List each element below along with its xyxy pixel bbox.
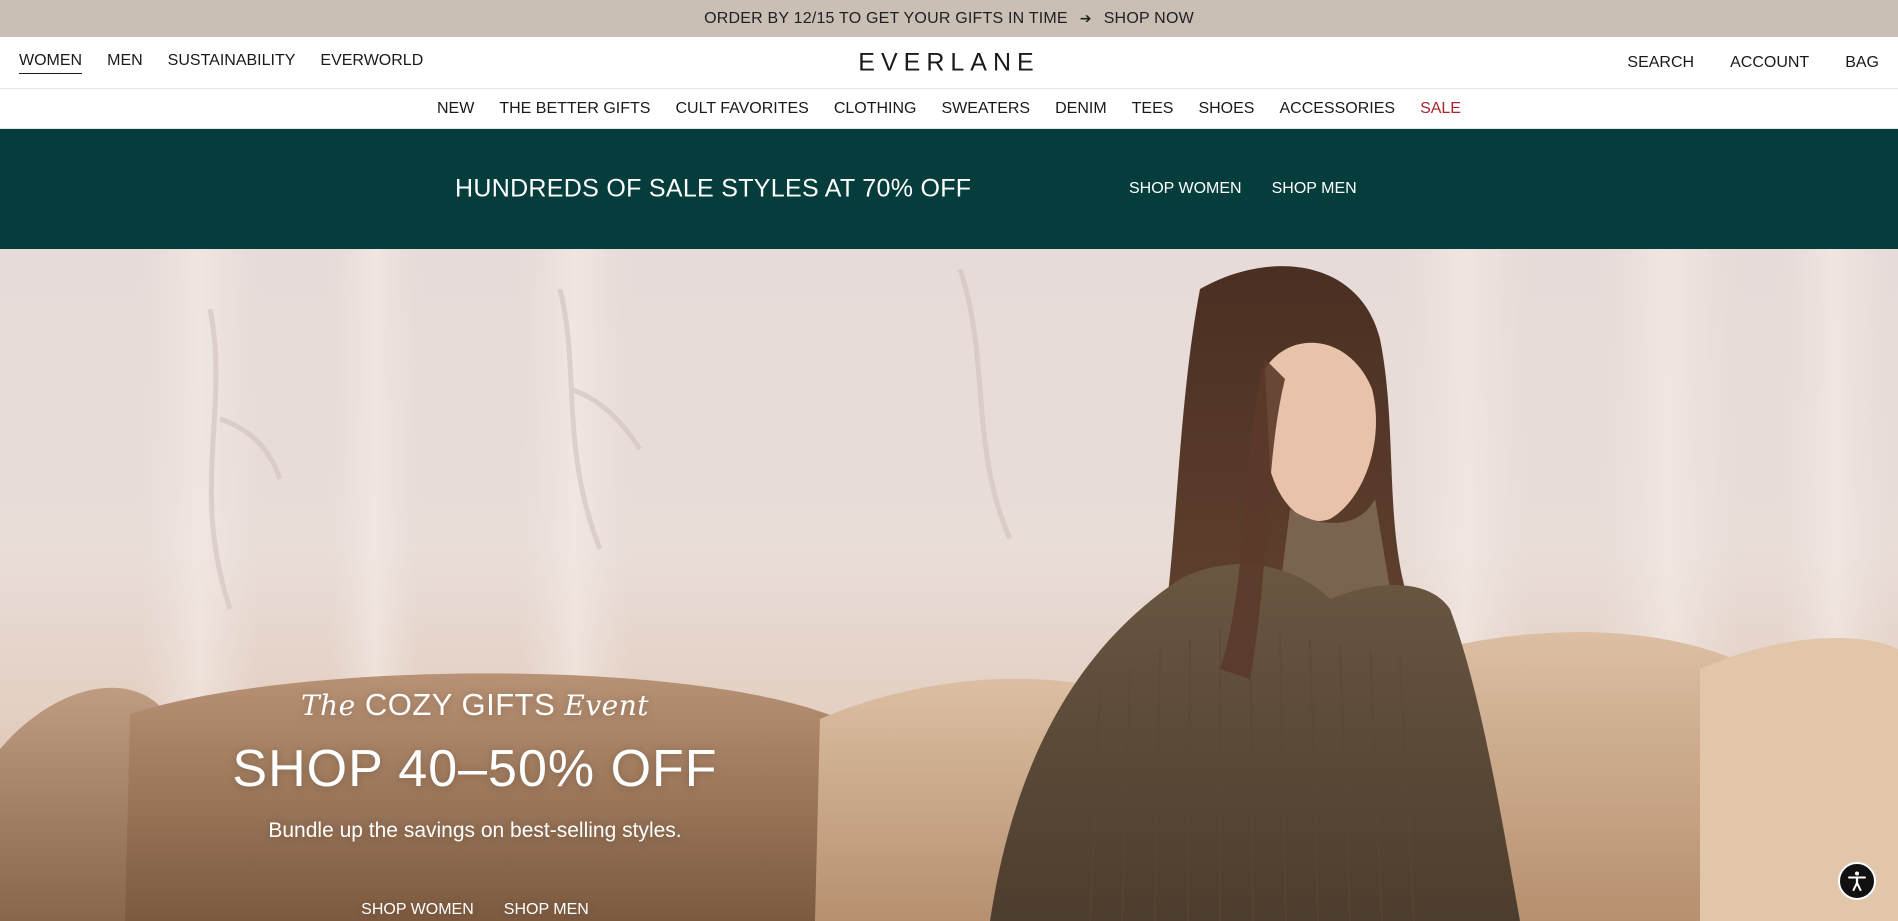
hero-eyebrow-main: COZY GIFTS (364, 687, 556, 722)
sale-banner-headline: HUNDREDS OF SALE STYLES AT 70% OFF (455, 174, 972, 203)
sale-shop-women-link[interactable]: SHOP WOMEN (1129, 180, 1242, 198)
nav-account[interactable]: ACCOUNT (1730, 54, 1809, 72)
nav-women[interactable]: WOMEN (19, 52, 83, 74)
category-nav: NEW THE BETTER GIFTS CULT FAVORITES CLOT… (0, 89, 1898, 129)
top-nav-right: SEARCH ACCOUNT BAG (1591, 54, 1879, 72)
top-nav: WOMEN MEN SUSTAINABILITY EVERWORLD EVERL… (0, 37, 1898, 89)
category-clothing[interactable]: CLOTHING (834, 100, 917, 118)
announcement-text: ORDER BY 12/15 TO GET YOUR GIFTS IN TIME (704, 9, 1068, 27)
hero-ctas: SHOP WOMEN SHOP MEN (230, 901, 720, 919)
nav-men[interactable]: MEN (107, 52, 143, 73)
nav-bag[interactable]: BAG (1845, 54, 1879, 72)
hero-subline: Bundle up the savings on best-selling st… (268, 819, 682, 842)
category-new[interactable]: NEW (437, 100, 474, 118)
category-sweaters[interactable]: SWEATERS (941, 100, 1030, 118)
arrow-right-icon: ➔ (1079, 10, 1092, 26)
sale-shop-men-link[interactable]: SHOP MEN (1272, 180, 1357, 198)
category-better-gifts[interactable]: THE BETTER GIFTS (499, 100, 650, 118)
sale-banner: HUNDREDS OF SALE STYLES AT 70% OFF SHOP … (0, 129, 1898, 249)
hero-eyebrow: The COZY GIFTS Event (230, 687, 720, 723)
top-nav-left: WOMEN MEN SUSTAINABILITY EVERWORLD (19, 52, 448, 74)
category-tees[interactable]: TEES (1132, 100, 1174, 118)
announcement-shop-now-link[interactable]: SHOP NOW (1104, 10, 1194, 28)
hero-copy: The COZY GIFTS Event SHOP 40–50% OFF Bun… (230, 687, 720, 919)
accessibility-icon (1848, 871, 1866, 891)
sale-banner-links: SHOP WOMEN SHOP MEN (1129, 180, 1387, 198)
category-accessories[interactable]: ACCESSORIES (1279, 100, 1395, 118)
hero-shop-men-link[interactable]: SHOP MEN (504, 901, 589, 919)
hero-shop-women-link[interactable]: SHOP WOMEN (361, 901, 474, 919)
announcement-bar: ORDER BY 12/15 TO GET YOUR GIFTS IN TIME… (0, 0, 1898, 37)
category-sale[interactable]: SALE (1420, 100, 1461, 118)
category-denim[interactable]: DENIM (1055, 100, 1107, 118)
nav-everworld[interactable]: EVERWORLD (320, 52, 423, 73)
category-cult-favorites[interactable]: CULT FAVORITES (675, 100, 808, 118)
hero-headline: SHOP 40–50% OFF (232, 740, 718, 798)
hero-banner[interactable]: The COZY GIFTS Event SHOP 40–50% OFF Bun… (0, 249, 1898, 921)
category-shoes[interactable]: SHOES (1198, 100, 1254, 118)
site-logo[interactable]: EVERLANE (858, 48, 1039, 77)
hero-eyebrow-suffix: Event (564, 689, 650, 722)
accessibility-button[interactable] (1838, 862, 1876, 900)
nav-sustainability[interactable]: SUSTAINABILITY (168, 52, 296, 73)
hero-eyebrow-prefix: The (300, 689, 356, 722)
nav-search[interactable]: SEARCH (1627, 54, 1694, 72)
